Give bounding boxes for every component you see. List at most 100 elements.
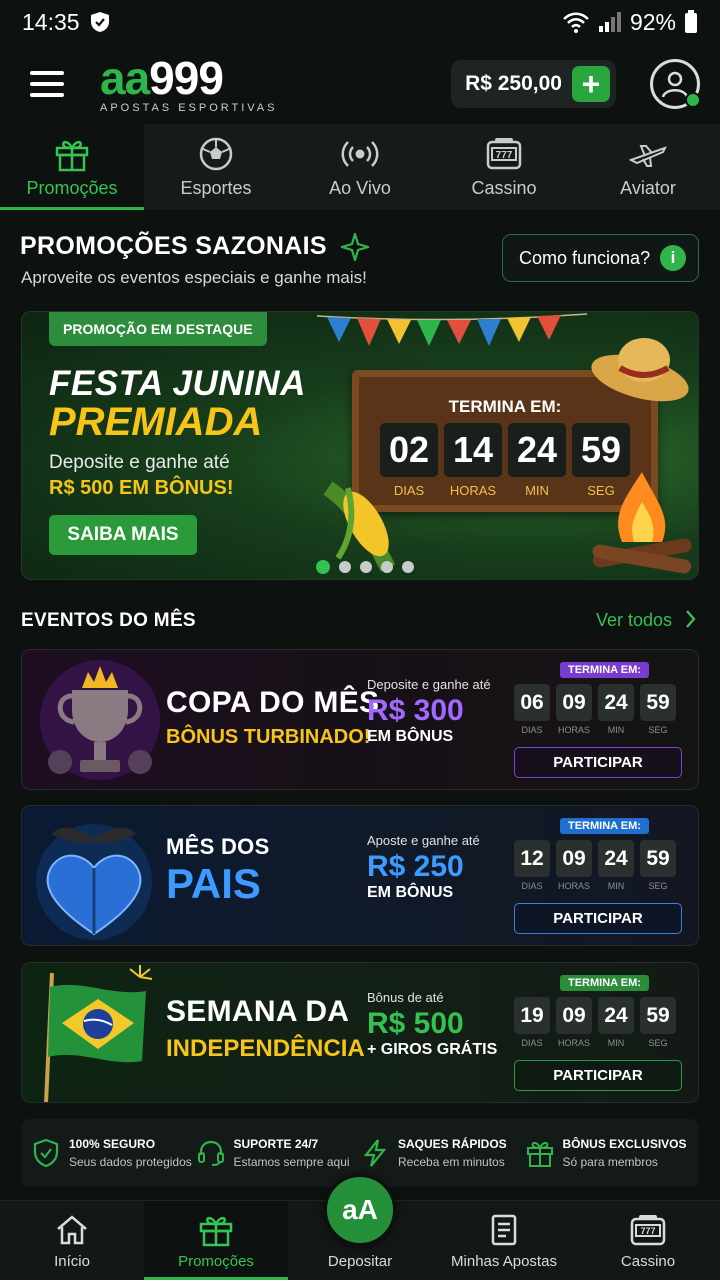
- deal-suffix: EM BÔNUS: [367, 728, 454, 745]
- event-card-independencia[interactable]: SEMANA DA INDEPENDÊNCIA Bônus de até R$ …: [21, 962, 699, 1103]
- straw-hat-illustration: [591, 338, 689, 402]
- balance-amount: R$ 250,00: [465, 72, 562, 95]
- gift-icon: [55, 140, 89, 171]
- carousel-dot[interactable]: [402, 561, 414, 573]
- nav-minhas-apostas[interactable]: Minhas Apostas: [432, 1201, 576, 1280]
- countdown-hours: 09 HORAS: [556, 997, 592, 1048]
- bonfire-illustration: [592, 472, 692, 574]
- participate-button[interactable]: PARTICIPAR: [514, 747, 682, 778]
- event-countdown: 06 DIAS 09 HORAS 24 MIN 59 SEG: [514, 684, 676, 735]
- blue-heart-mustache-illustration: [36, 824, 152, 940]
- event-subtitle: BÔNUS TURBINADO!: [166, 726, 371, 748]
- featured-promo-banner[interactable]: PROMOÇÃO EM DESTAQUE FESTA JUNINA PREMIA…: [21, 311, 699, 580]
- nav-promocoes[interactable]: Promoções: [144, 1201, 288, 1280]
- see-all-label: Ver todos: [596, 610, 673, 630]
- tab-promocoes[interactable]: Promoções: [0, 124, 144, 210]
- trust-item-security: 100% SEGURO Seus dados protegidos: [31, 1137, 196, 1169]
- nav-label: Depositar: [327, 1253, 393, 1270]
- deal-caption: Bônus de até: [367, 990, 444, 1005]
- trust-desc: Receba em minutos: [398, 1155, 505, 1169]
- deal-suffix: EM BÔNUS: [367, 884, 454, 901]
- countdown-days: 12 DIAS: [514, 840, 550, 891]
- countdown-hours: 09 HORAS: [556, 840, 592, 891]
- shield-check-icon: [33, 1138, 59, 1168]
- tab-cassino[interactable]: 777 Cassino: [432, 124, 576, 210]
- countdown-hours: 09 HORAS: [556, 684, 592, 735]
- countdown-days: 06 DIAS: [514, 684, 550, 735]
- countdown-seconds: 59 SEG: [640, 684, 676, 735]
- countdown-hours: 14 HORAS: [444, 423, 502, 498]
- section-subtitle: Aproveite os eventos especiais e ganhe m…: [21, 268, 367, 287]
- soccer-ball-icon: [199, 137, 233, 170]
- shield-status-icon: [90, 12, 109, 32]
- add-funds-button[interactable]: +: [572, 66, 610, 102]
- countdown-unit: MIN: [607, 1038, 625, 1048]
- countdown-seconds: 59 SEG: [640, 840, 676, 891]
- hero-title-line2: PREMIADA: [49, 400, 263, 444]
- trust-desc: Estamos sempre aqui: [233, 1155, 350, 1169]
- event-subtitle: INDEPENDÊNCIA: [166, 1035, 365, 1062]
- carousel-dot[interactable]: [316, 560, 330, 574]
- carousel-dots: [316, 560, 414, 574]
- balance-box[interactable]: R$ 250,00 +: [451, 60, 616, 108]
- headset-icon: [197, 1140, 224, 1166]
- tab-ao-vivo[interactable]: Ao Vivo: [288, 124, 432, 210]
- deal-suffix: + GIROS GRÁTIS: [367, 1041, 498, 1058]
- tab-label: Ao Vivo: [329, 177, 391, 198]
- event-subtitle: PAIS: [166, 860, 261, 907]
- ends-in-badge: TERMINA EM:: [560, 662, 649, 678]
- tab-esportes[interactable]: Esportes: [144, 124, 288, 210]
- chevron-right-icon: [686, 610, 696, 628]
- carousel-dot[interactable]: [381, 561, 393, 573]
- countdown-value: 24: [508, 423, 566, 477]
- wifi-icon: [563, 12, 589, 33]
- countdown-value: 09: [556, 997, 592, 1034]
- carousel-dot[interactable]: [339, 561, 351, 573]
- countdown-unit: SEG: [648, 881, 668, 891]
- menu-icon[interactable]: [30, 71, 64, 97]
- learn-more-button[interactable]: SAIBA MAIS: [49, 515, 197, 555]
- countdown-unit: HORAS: [557, 725, 590, 735]
- carousel-dot[interactable]: [360, 561, 372, 573]
- countdown-value: 24: [598, 997, 634, 1034]
- event-card-pais[interactable]: MÊS DOS PAIS Aposte e ganhe até R$ 250 E…: [21, 805, 699, 946]
- participate-button[interactable]: PARTICIPAR: [514, 903, 682, 934]
- slot-machine-icon: 777: [486, 137, 522, 169]
- user-avatar[interactable]: [650, 59, 701, 109]
- how-it-works-button[interactable]: Como funciona? i: [502, 234, 699, 282]
- countdown-value: 14: [444, 423, 502, 477]
- online-indicator: [685, 92, 701, 108]
- airplane-icon: [629, 144, 667, 167]
- tab-label: Cassino: [471, 177, 537, 198]
- countdown-value: 59: [640, 997, 676, 1034]
- live-broadcast-icon: [341, 140, 379, 167]
- countdown-unit: DIAS: [521, 1038, 543, 1048]
- participate-button[interactable]: PARTICIPAR: [514, 1060, 682, 1091]
- trust-item-bonus: BÔNUS EXCLUSIVOS Só para membros: [525, 1137, 690, 1169]
- signal-icon: [598, 12, 621, 32]
- slot-machine-icon: 777: [630, 1215, 666, 1246]
- countdown-unit: MIN: [607, 725, 625, 735]
- tab-aviator[interactable]: Aviator: [576, 124, 720, 210]
- nav-cassino[interactable]: 777 Cassino: [576, 1201, 720, 1280]
- countdown-days: 19 DIAS: [514, 997, 550, 1048]
- ends-in-badge: TERMINA EM:: [560, 818, 649, 834]
- trust-title: SAQUES RÁPIDOS: [398, 1137, 507, 1151]
- nav-inicio[interactable]: Início: [0, 1201, 144, 1280]
- tab-label: Promoções: [26, 177, 118, 198]
- status-time: 14:35: [22, 8, 80, 35]
- svg-text:777: 777: [496, 150, 513, 161]
- app-header: aa999 APOSTAS ESPORTIVAS R$ 250,00 +: [0, 44, 720, 124]
- events-title: EVENTOS DO MÊS: [21, 610, 196, 631]
- countdown-unit: HORAS: [449, 483, 497, 498]
- event-title: MÊS DOS: [166, 834, 270, 859]
- deposit-fab-button[interactable]: aA: [324, 1174, 396, 1246]
- nav-label: Minhas Apostas: [451, 1253, 557, 1270]
- info-icon: i: [660, 245, 686, 271]
- status-bar: 14:35 92%: [0, 0, 720, 44]
- see-all-link[interactable]: Ver todos: [596, 610, 696, 631]
- event-card-copa[interactable]: COPA DO MÊS BÔNUS TURBINADO! Deposite e …: [21, 649, 699, 790]
- brand-logo[interactable]: aa999 APOSTAS ESPORTIVAS: [100, 55, 277, 114]
- countdown-minutes: 24 MIN: [598, 684, 634, 735]
- event-title: SEMANA DA: [166, 995, 350, 1028]
